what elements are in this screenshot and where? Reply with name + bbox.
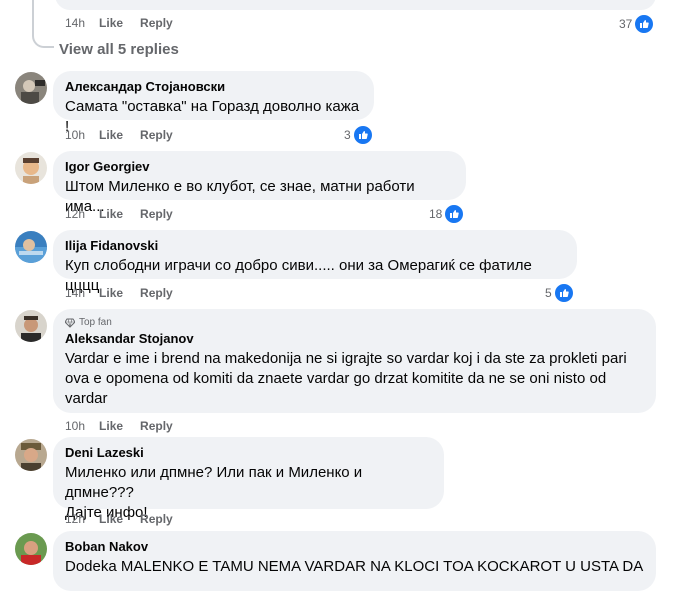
comment-bubble: Александар Стојановски Самата "оставка" … xyxy=(53,71,374,135)
comment-actions: 12h Like Reply xyxy=(65,207,190,221)
reply-button[interactable]: Reply xyxy=(140,207,173,221)
comment-actions: 14h Like Reply xyxy=(65,286,190,300)
timestamp[interactable]: 14h xyxy=(65,286,85,300)
like-button[interactable]: Like xyxy=(99,286,123,300)
previous-reply-actions: 14h Like Reply xyxy=(65,16,190,30)
reply-button[interactable]: Reply xyxy=(140,512,173,526)
comment-text-line: Vardar e ime i brend na makedonija ne si… xyxy=(65,350,627,367)
comment-text: Vardar e ime i brend na makedonija ne si… xyxy=(65,349,644,409)
comment-text: Dodeka MALENKO E TAMU NEMA VARDAR NA KLO… xyxy=(65,558,644,575)
reaction-summary[interactable]: 5 xyxy=(545,283,574,303)
like-button[interactable]: Like xyxy=(99,128,123,142)
reaction-summary[interactable]: 37 xyxy=(619,14,655,34)
reaction-count: 5 xyxy=(545,286,552,300)
reaction-summary[interactable]: 18 xyxy=(429,204,465,224)
comment-actions: 12h Like Reply xyxy=(65,512,190,526)
like-button[interactable]: Like xyxy=(99,419,123,433)
like-button[interactable]: Like xyxy=(99,207,123,221)
avatar[interactable] xyxy=(15,72,47,104)
comment-bubble: Ilija Fidanovski Куп слободни играчи со … xyxy=(53,230,577,294)
thumbs-up-icon xyxy=(352,125,373,145)
comment-actions: 10h Like Reply xyxy=(65,419,190,433)
reply-button[interactable]: Reply xyxy=(140,286,173,300)
like-button[interactable]: Like xyxy=(99,512,123,526)
view-all-replies-link[interactable]: View all 5 replies xyxy=(59,41,179,58)
avatar[interactable] xyxy=(15,439,47,471)
top-fan-badge: Top fan xyxy=(65,317,644,329)
comment-bubble: Deni Lazeski Миленко или дпмне? Или пак … xyxy=(53,437,444,521)
avatar[interactable] xyxy=(15,310,47,342)
avatar[interactable] xyxy=(15,533,47,565)
comment-author[interactable]: Igor Georgiev xyxy=(65,159,454,175)
comment-bubble: Top fan Aleksandar Stojanov Vardar e ime… xyxy=(53,309,656,413)
comment-author[interactable]: Александар Стојановски xyxy=(65,79,362,95)
timestamp[interactable]: 14h xyxy=(65,16,85,30)
comment-author[interactable]: Boban Nakov xyxy=(65,539,644,555)
reaction-count: 37 xyxy=(619,17,633,31)
reply-thread-connector xyxy=(32,0,54,48)
comment-bubble: Boban Nakov Dodeka MALENKO E TAMU NEMA V… xyxy=(53,531,656,591)
comment-actions: 10h Like Reply xyxy=(65,128,190,142)
previous-reply-bubble xyxy=(55,0,656,10)
thumbs-up-icon xyxy=(444,204,465,224)
timestamp[interactable]: 12h xyxy=(65,207,85,221)
diamond-icon xyxy=(65,318,75,328)
badge-label: Top fan xyxy=(79,317,112,328)
timestamp[interactable]: 10h xyxy=(65,128,85,142)
comment-author[interactable]: Aleksandar Stojanov xyxy=(65,331,644,347)
avatar[interactable] xyxy=(15,231,47,263)
reply-button[interactable]: Reply xyxy=(140,419,173,433)
comment-bubble: Igor Georgiev Штом Миленко е во клубот, … xyxy=(53,151,466,215)
timestamp[interactable]: 12h xyxy=(65,512,85,526)
reaction-summary[interactable]: 3 xyxy=(344,125,373,145)
comment-author[interactable]: Ilija Fidanovski xyxy=(65,238,565,254)
comment-text-line: vardar xyxy=(65,390,108,407)
avatar[interactable] xyxy=(15,152,47,184)
reaction-count: 18 xyxy=(429,207,443,221)
thumbs-up-icon xyxy=(634,14,655,34)
comment-text-line: Миленко или дпмне? Или пак и Миленко и д… xyxy=(65,464,363,501)
thumbs-up-icon xyxy=(553,283,574,303)
comment-text-line: ova e opomena od komiti da znaete vardar… xyxy=(65,370,607,387)
comment-author[interactable]: Deni Lazeski xyxy=(65,445,432,461)
timestamp[interactable]: 10h xyxy=(65,419,85,433)
reply-button[interactable]: Reply xyxy=(140,16,173,30)
reaction-count: 3 xyxy=(344,128,351,142)
reply-button[interactable]: Reply xyxy=(140,128,173,142)
like-button[interactable]: Like xyxy=(99,16,123,30)
